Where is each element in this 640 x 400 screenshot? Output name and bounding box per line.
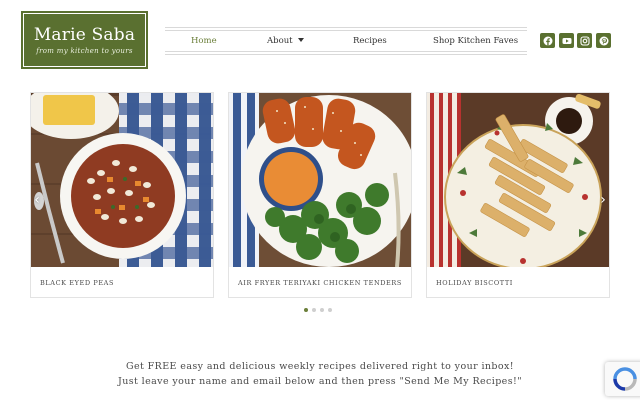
carousel-slide-holiday-biscotti[interactable]: HOLIDAY BISCOTTI (426, 92, 610, 298)
nav-item-shop-kitchen-faves[interactable]: Shop Kitchen Faves (433, 28, 518, 54)
slide-caption[interactable]: AIR FRYER TERIYAKI CHICKEN TENDERS (238, 279, 402, 287)
site-logo[interactable]: Marie Saba from my kitchen to yours (21, 11, 148, 69)
carousel-prev-arrow[interactable]: ‹ (32, 192, 42, 208)
nav-item-about-label: About (267, 36, 293, 46)
instagram-icon[interactable] (577, 33, 592, 48)
slide-caption[interactable]: HOLIDAY BISCOTTI (436, 279, 513, 287)
newsletter-promo-line-1: Get FREE easy and delicious weekly recip… (126, 361, 514, 372)
carousel-dot-1[interactable] (304, 308, 308, 312)
holiday-biscotti-image (427, 93, 609, 267)
recaptcha-icon (613, 367, 637, 391)
pinterest-icon[interactable] (596, 33, 611, 48)
nav-item-recipes[interactable]: Recipes (353, 28, 387, 54)
newsletter-promo-line-2: Just leave your name and email below and… (118, 376, 522, 387)
nav-item-about[interactable]: About (267, 28, 304, 54)
recaptcha-badge[interactable] (605, 362, 640, 396)
carousel-dot-4[interactable] (328, 308, 332, 312)
nav-item-home[interactable]: Home (191, 28, 217, 54)
logo-tagline: from my kitchen to yours (36, 47, 133, 55)
slide-caption[interactable]: BLACK EYED PEAS (40, 279, 114, 287)
carousel-next-arrow[interactable]: › (598, 192, 608, 208)
carousel-dot-2[interactable] (312, 308, 316, 312)
logo-title: Marie Saba (33, 25, 136, 45)
black-eyed-peas-image (31, 93, 213, 267)
youtube-icon[interactable] (559, 33, 574, 48)
teriyaki-chicken-tenders-image (229, 93, 411, 267)
chevron-down-icon (297, 38, 304, 42)
carousel-slide-black-eyed-peas[interactable]: BLACK EYED PEAS (30, 92, 214, 298)
facebook-icon[interactable] (540, 33, 555, 48)
main-nav: Home About Recipes Shop Kitchen Faves (165, 27, 527, 55)
carousel-slide-air-fryer-teriyaki-chicken-tenders[interactable]: AIR FRYER TERIYAKI CHICKEN TENDERS (228, 92, 412, 298)
carousel-dot-3[interactable] (320, 308, 324, 312)
